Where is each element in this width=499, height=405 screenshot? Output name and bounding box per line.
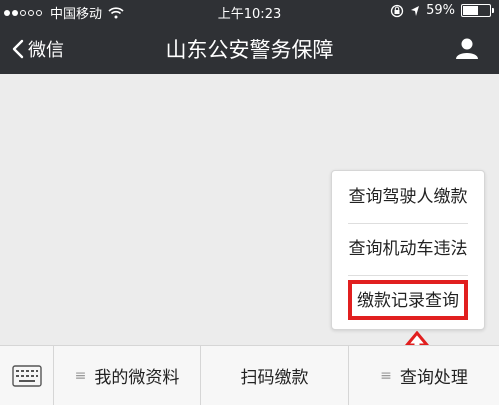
location-arrow-icon xyxy=(411,5,420,16)
status-right: 59% xyxy=(390,3,494,18)
tab-scan-pay[interactable]: 扫码缴款 xyxy=(201,346,349,405)
top-header: 中国移动 上午10:23 59% 微信 山东公安警务保障 xyxy=(0,0,499,74)
menu-divider xyxy=(348,223,468,224)
rotation-lock-icon xyxy=(390,4,404,17)
battery-fill xyxy=(463,6,479,15)
tab-label: 查询处理 xyxy=(399,368,468,388)
bottom-menu-bar: ≡ 我的微资料 扫码缴款 ≡ 查询处理 xyxy=(0,345,499,405)
highlight-box xyxy=(348,280,468,320)
tab-my-profile[interactable]: ≡ 我的微资料 xyxy=(54,346,201,405)
battery-percent: 59% xyxy=(426,3,455,18)
battery-tip xyxy=(492,8,494,13)
keyboard-toggle-button[interactable] xyxy=(0,346,54,405)
battery-icon xyxy=(461,4,494,17)
nav-bar: 微信 山东公安警务保障 xyxy=(0,22,499,74)
menu-item-driver-payment[interactable]: 查询驾驶人缴款 xyxy=(332,177,484,217)
tab-query-process[interactable]: ≡ 查询处理 xyxy=(349,346,499,405)
tab-label: 扫码缴款 xyxy=(240,368,309,388)
keyboard-icon xyxy=(11,364,42,387)
status-bar: 中国移动 上午10:23 59% xyxy=(0,0,499,22)
menu-item-vehicle-violation[interactable]: 查询机动车违法 xyxy=(332,229,484,269)
hamburger-icon: ≡ xyxy=(380,367,392,384)
hamburger-icon: ≡ xyxy=(74,367,87,384)
popup-menu: 查询驾驶人缴款 查询机动车违法 缴款记录查询 xyxy=(331,170,485,330)
user-icon[interactable] xyxy=(455,37,479,63)
page-title: 山东公安警务保障 xyxy=(165,38,334,62)
menu-divider xyxy=(348,275,468,276)
tab-label: 我的微资料 xyxy=(94,368,180,388)
